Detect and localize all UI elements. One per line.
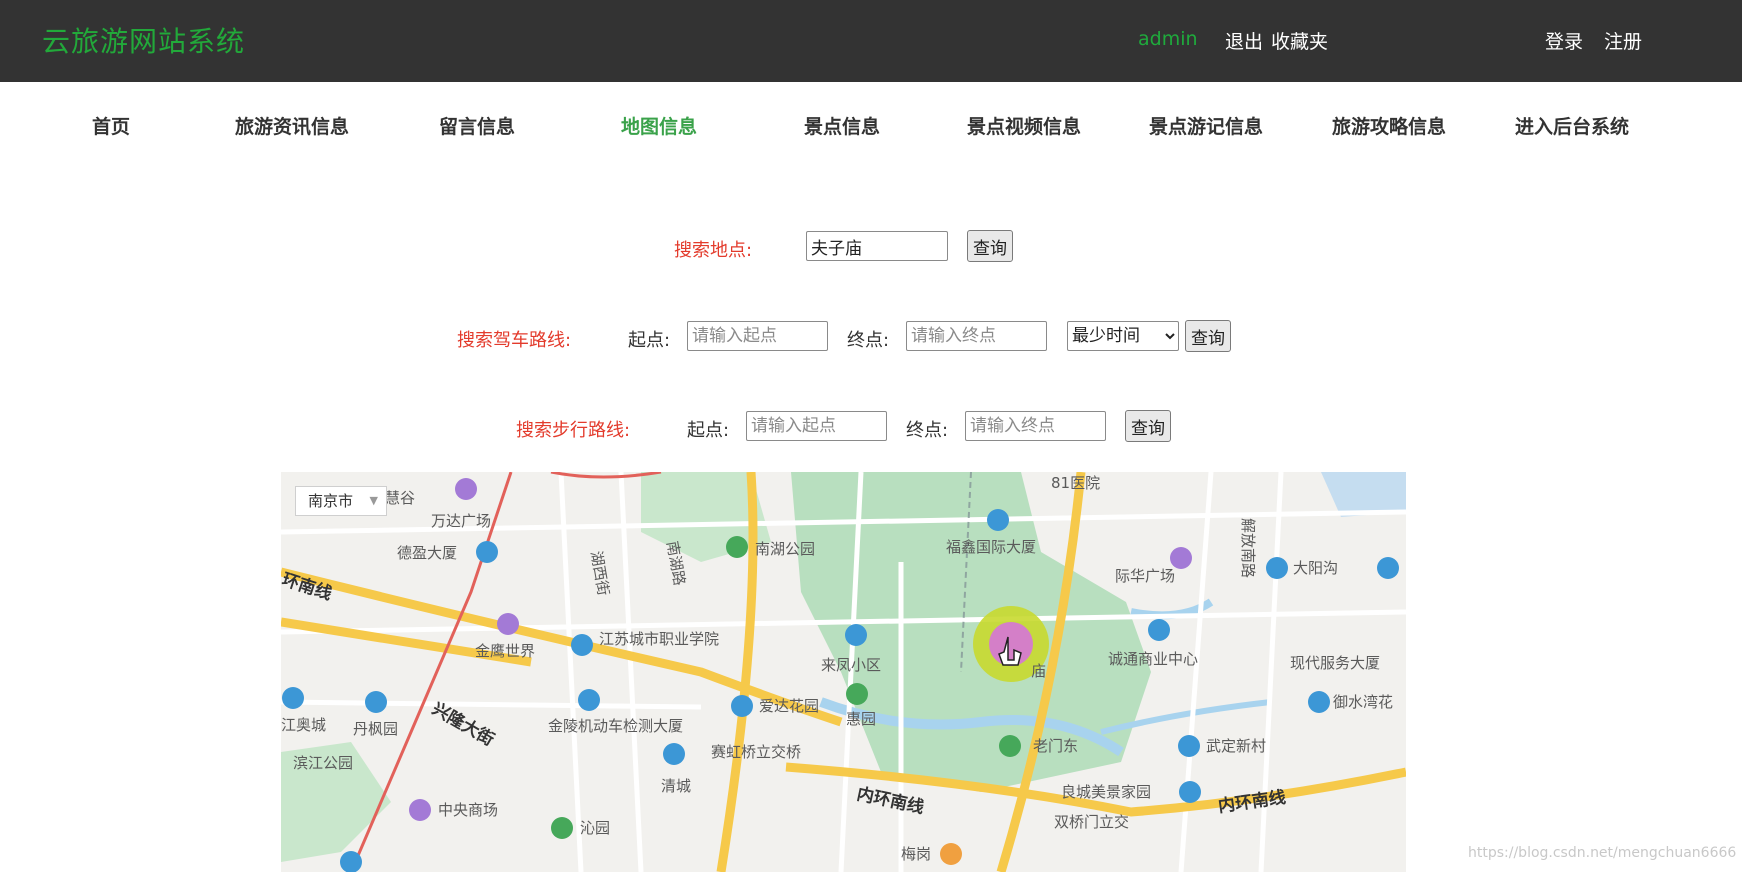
drive-end-label: 终点:	[847, 330, 890, 351]
drive-start-label: 起点:	[628, 330, 671, 351]
drive-end-input[interactable]	[906, 321, 1047, 351]
map-label-shuangqiao: 双桥门立交	[1054, 813, 1129, 831]
drive-start-input[interactable]	[687, 321, 828, 351]
map-label-laomendong: 老门东	[1033, 737, 1078, 755]
map-label-fuzimiao: 庙	[1031, 662, 1046, 680]
search-place-input[interactable]	[806, 231, 948, 261]
map-label-dayang: 大阳沟	[1293, 559, 1338, 577]
nav-home[interactable]: 首页	[92, 112, 130, 139]
map-label-saihong: 赛虹桥立交桥	[711, 743, 801, 761]
map-label-fuxin: 福鑫国际大厦	[946, 538, 1036, 556]
map-label-danfeng: 丹枫园	[353, 720, 398, 738]
map-label-neihuan-1: 内环南线	[855, 783, 926, 818]
favorites-link[interactable]: 收藏夹	[1271, 27, 1328, 54]
nav-travel-notes[interactable]: 景点游记信息	[1149, 112, 1263, 139]
walk-route-button[interactable]: 查询	[1125, 410, 1171, 442]
map-label-wuding: 武定新村	[1206, 737, 1266, 755]
site-title: 云旅游网站系统	[42, 25, 246, 58]
register-link[interactable]: 注册	[1604, 27, 1642, 54]
walk-start-label: 起点:	[687, 420, 730, 441]
map-label-liangcheng: 良城美景家园	[1061, 783, 1151, 801]
search-place-label: 搜索地点:	[674, 240, 753, 261]
watermark: https://blog.csdn.net/mengchuan6666	[1468, 845, 1737, 861]
map-label-deying: 德盈大厦	[397, 544, 457, 562]
nav-messages[interactable]: 留言信息	[439, 112, 515, 139]
map-label-zhongyang: 中央商场	[438, 801, 498, 819]
map-view[interactable]: 慧谷 万达广场 德盈大厦 环南线 金鹰世界 湖西街 南湖路 南湖公园 江苏城市职…	[281, 472, 1406, 872]
current-user: admin	[1138, 28, 1198, 50]
map-label-jiangsu-college: 江苏城市职业学院	[599, 630, 719, 648]
map-label-hexijie: 湖西街	[587, 550, 613, 597]
nav-travel-guides[interactable]: 旅游攻略信息	[1332, 112, 1446, 139]
map-label-wanda: 万达广场	[431, 512, 491, 530]
map-label-xiandai: 现代服务大厦	[1290, 654, 1380, 672]
map-canvas[interactable]: 慧谷 万达广场 德盈大厦 环南线 金鹰世界 湖西街 南湖路 南湖公园 江苏城市职…	[281, 472, 1406, 872]
nav-admin[interactable]: 进入后台系统	[1515, 112, 1629, 139]
nav-travel-news[interactable]: 旅游资讯信息	[235, 112, 349, 139]
map-label-jiti: 际华广场	[1115, 567, 1175, 585]
top-bar: 云旅游网站系统 admin 退出 收藏夹 登录 注册	[0, 0, 1742, 82]
map-label-nanhu-park: 南湖公园	[755, 540, 815, 558]
map-label-aoticheng: 江奥城	[281, 716, 326, 734]
map-label-neihuan-2: 内环南线	[1217, 787, 1287, 817]
walk-start-input[interactable]	[746, 411, 887, 441]
city-switcher[interactable]: 南京市 ▼	[295, 486, 387, 516]
drive-route-button[interactable]: 查询	[1185, 320, 1231, 352]
map-label-yushui: 御水湾花	[1333, 693, 1393, 711]
map-label-chengtong: 诚通商业中心	[1108, 650, 1198, 668]
map-label-hospital: 81医院	[1051, 474, 1100, 492]
map-label-laifeng: 来凤小区	[821, 656, 881, 674]
chevron-down-icon: ▼	[369, 494, 378, 507]
map-label-binjiang: 滨江公园	[293, 754, 353, 772]
walk-end-label: 终点:	[906, 420, 949, 441]
drive-strategy-select[interactable]: 最少时间	[1067, 321, 1179, 351]
map-label-qinyuan: 沁园	[580, 819, 610, 837]
map-label-jinying: 金鹰世界	[475, 642, 535, 660]
nav-map[interactable]: 地图信息	[621, 112, 697, 139]
walk-end-input[interactable]	[965, 411, 1106, 441]
search-place-button[interactable]: 查询	[967, 230, 1013, 262]
map-label-aida: 爱达花园	[759, 697, 819, 715]
map-label-qingcheng: 清城	[661, 777, 691, 795]
map-label-huiyuan: 惠园	[846, 710, 876, 728]
map-label-meigang: 梅岗	[901, 845, 931, 863]
map-label-huigu: 慧谷	[385, 489, 415, 507]
walk-route-label: 搜索步行路线:	[516, 420, 631, 441]
city-name: 南京市	[308, 492, 354, 510]
map-label-jiefang: 解放南路	[1239, 518, 1257, 578]
map-label-jinling: 金陵机动车检测大厦	[548, 717, 683, 735]
logout-link[interactable]: 退出	[1225, 27, 1263, 54]
login-link[interactable]: 登录	[1545, 27, 1583, 54]
nav-attractions[interactable]: 景点信息	[804, 112, 880, 139]
drive-route-label: 搜索驾车路线:	[457, 330, 572, 351]
nav-attraction-videos[interactable]: 景点视频信息	[967, 112, 1081, 139]
